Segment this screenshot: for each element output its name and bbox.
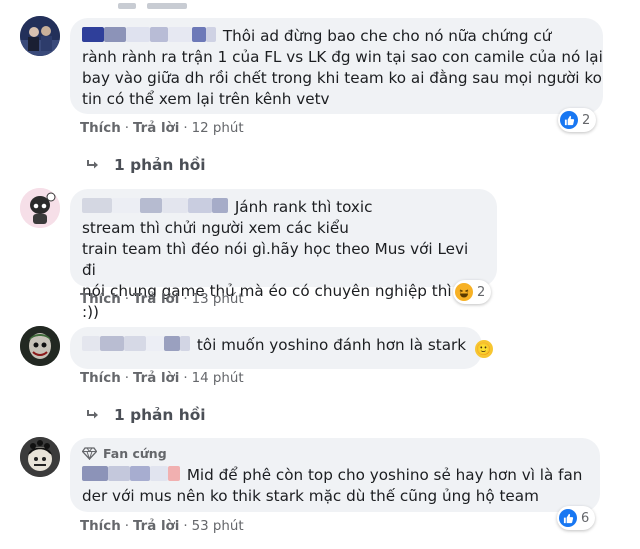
comment-text-line: tôi muốn yoshino đánh hơn là stark bbox=[196, 336, 467, 354]
reaction-count[interactable]: 6 bbox=[557, 506, 596, 530]
reaction-count[interactable]: 2 bbox=[453, 280, 492, 304]
comment-time[interactable]: 12 phút bbox=[192, 121, 244, 136]
comment-time[interactable]: 53 phút bbox=[192, 519, 244, 534]
avatar[interactable] bbox=[20, 326, 60, 366]
comment-text-line: rành rành ra trận 1 của FL vs LK đg win … bbox=[82, 48, 603, 66]
blurred-username[interactable] bbox=[82, 198, 228, 213]
comment-text-line: train team thì đéo nói gì.hãy học theo M… bbox=[82, 240, 469, 279]
comment-text-line: stream thì chửi người xem các kiểu bbox=[82, 219, 349, 237]
comment-bubble: Fan cứng Mid để phê còn top cho yoshino … bbox=[70, 438, 600, 512]
avatar[interactable] bbox=[20, 188, 60, 228]
fan-badge: Fan cứng bbox=[82, 443, 588, 464]
diamond-icon bbox=[82, 447, 97, 460]
comment-text-line: tin có thể xem lại trên kênh vetv bbox=[82, 90, 330, 108]
comment-bubble: Jánh rank thì toxic stream thì chửi ngườ… bbox=[70, 189, 497, 321]
comment-actions: Thích · Trả lời · 13 phút bbox=[80, 292, 244, 307]
reaction-count[interactable]: 2 bbox=[558, 108, 597, 132]
comment-bubble: Thôi ad đừng bao che cho nó nữa chứng cứ… bbox=[70, 18, 603, 114]
like-link[interactable]: Thích bbox=[80, 519, 121, 534]
reply-link[interactable]: Trả lời bbox=[133, 121, 179, 136]
blurred-username[interactable] bbox=[82, 466, 180, 481]
comment-text-line: bay vào giữa dh rồi chết trong khi team … bbox=[82, 69, 602, 87]
haha-icon bbox=[455, 283, 473, 301]
previous-comment-fragment bbox=[118, 0, 208, 9]
reply-arrow-icon bbox=[87, 410, 98, 419]
reply-link[interactable]: Trả lời bbox=[133, 292, 179, 307]
comment-time[interactable]: 14 phút bbox=[192, 371, 244, 386]
blurred-username[interactable] bbox=[82, 336, 190, 351]
comment-actions: Thích · Trả lời · 12 phút bbox=[80, 121, 244, 136]
like-link[interactable]: Thích bbox=[80, 292, 121, 307]
avatar[interactable] bbox=[20, 16, 60, 56]
reply-link[interactable]: Trả lời bbox=[133, 519, 179, 534]
like-icon bbox=[560, 111, 578, 129]
like-link[interactable]: Thích bbox=[80, 371, 121, 386]
blurred-username[interactable] bbox=[82, 27, 216, 42]
comment-actions: Thích · Trả lời · 14 phút bbox=[80, 371, 244, 386]
like-icon bbox=[559, 509, 577, 527]
view-replies-button[interactable]: 1 phản hồi bbox=[86, 156, 206, 174]
comment-text-line: Mid để phê còn top cho yoshino sẻ hay hơ… bbox=[186, 466, 583, 484]
comment-text-line: Thôi ad đừng bao che cho nó nữa chứng cứ bbox=[222, 27, 552, 45]
reply-arrow-icon bbox=[87, 160, 98, 169]
comment-text-line: der với mus nên ko thik stark mặc dù thế… bbox=[82, 487, 539, 505]
comment-bubble: tôi muốn yoshino đánh hơn là stark 🙂 bbox=[70, 327, 493, 369]
like-link[interactable]: Thích bbox=[80, 121, 121, 136]
comment-time[interactable]: 13 phút bbox=[192, 292, 244, 307]
smile-emoji-icon: 🙂 bbox=[474, 340, 493, 358]
view-replies-button[interactable]: 1 phản hồi bbox=[86, 406, 206, 424]
comment-actions: Thích · Trả lời · 53 phút bbox=[80, 519, 244, 534]
comment-text-line: Jánh rank thì toxic bbox=[234, 198, 373, 216]
reply-link[interactable]: Trả lời bbox=[133, 371, 179, 386]
avatar[interactable] bbox=[20, 437, 60, 477]
